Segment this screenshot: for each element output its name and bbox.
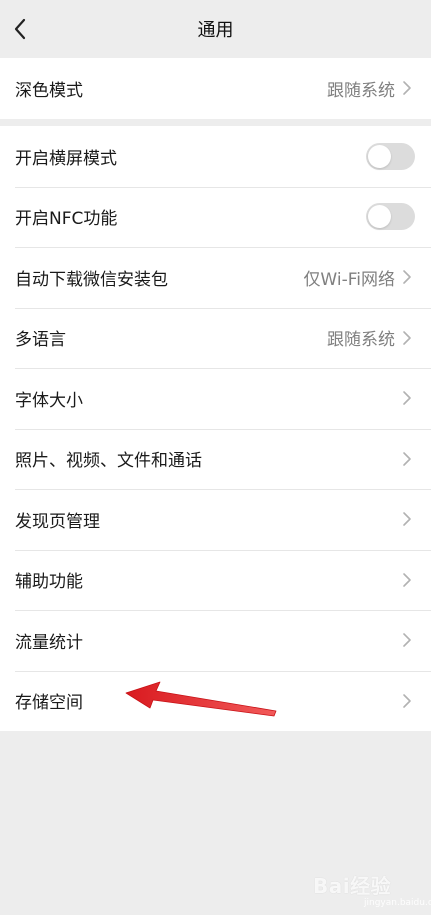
row-label: 发现页管理	[15, 511, 100, 532]
row-nfc[interactable]: 开启NFC功能	[0, 186, 431, 248]
row-value: 跟随系统	[327, 80, 395, 101]
row-language[interactable]: 多语言 跟随系统	[0, 307, 431, 369]
row-discover-management[interactable]: 发现页管理	[0, 489, 431, 550]
row-label: 多语言	[15, 330, 66, 351]
row-label: 自动下载微信安装包	[15, 269, 168, 290]
chevron-right-icon	[401, 693, 413, 709]
chevron-right-icon	[401, 572, 413, 588]
chevron-right-icon	[401, 390, 413, 406]
row-storage[interactable]: 存储空间	[0, 670, 431, 732]
settings-group-main: 开启横屏模式 开启NFC功能 自动下载微信安装包 仅Wi-Fi网络 多语言 跟随…	[0, 126, 431, 731]
row-label: 辅助功能	[15, 572, 83, 593]
toggle-knob	[368, 144, 391, 168]
back-button[interactable]	[8, 14, 32, 44]
toggle-knob	[368, 205, 391, 229]
landscape-mode-toggle[interactable]	[366, 142, 415, 170]
row-label: 流量统计	[15, 632, 83, 653]
row-landscape-mode[interactable]: 开启横屏模式	[0, 126, 431, 187]
row-label: 开启NFC功能	[15, 209, 118, 230]
settings-general-page: 通用 深色模式 跟随系统 开启横屏模式 开启NFC功能 自动下载微信安装包 仅W…	[0, 0, 431, 915]
watermark-url: jingyan.baidu.com	[364, 898, 431, 908]
row-value: 仅Wi-Fi网络	[303, 269, 395, 290]
row-auto-download-installer[interactable]: 自动下载微信安装包 仅Wi-Fi网络	[0, 247, 431, 308]
watermark-brand: Bai经验	[313, 874, 392, 898]
row-accessibility[interactable]: 辅助功能	[0, 549, 431, 611]
chevron-left-icon	[14, 18, 26, 40]
chevron-right-icon	[401, 511, 413, 527]
row-value: 跟随系统	[327, 330, 395, 351]
row-label: 存储空间	[15, 693, 83, 714]
nav-header: 通用	[0, 0, 431, 58]
row-label: 字体大小	[15, 390, 83, 411]
chevron-right-icon	[401, 632, 413, 648]
chevron-right-icon	[401, 80, 413, 96]
chevron-right-icon	[401, 451, 413, 467]
nfc-toggle[interactable]	[366, 203, 415, 231]
page-title: 通用	[197, 20, 234, 41]
row-label: 开启横屏模式	[15, 148, 117, 169]
chevron-right-icon	[401, 330, 413, 346]
row-data-usage[interactable]: 流量统计	[0, 610, 431, 671]
settings-group-display: 深色模式 跟随系统	[0, 58, 431, 119]
row-media-files-calls[interactable]: 照片、视频、文件和通话	[0, 428, 431, 490]
row-dark-mode[interactable]: 深色模式 跟随系统	[0, 58, 431, 119]
row-label: 深色模式	[15, 80, 83, 101]
row-label: 照片、视频、文件和通话	[15, 451, 202, 472]
row-font-size[interactable]: 字体大小	[0, 368, 431, 429]
chevron-right-icon	[401, 269, 413, 285]
